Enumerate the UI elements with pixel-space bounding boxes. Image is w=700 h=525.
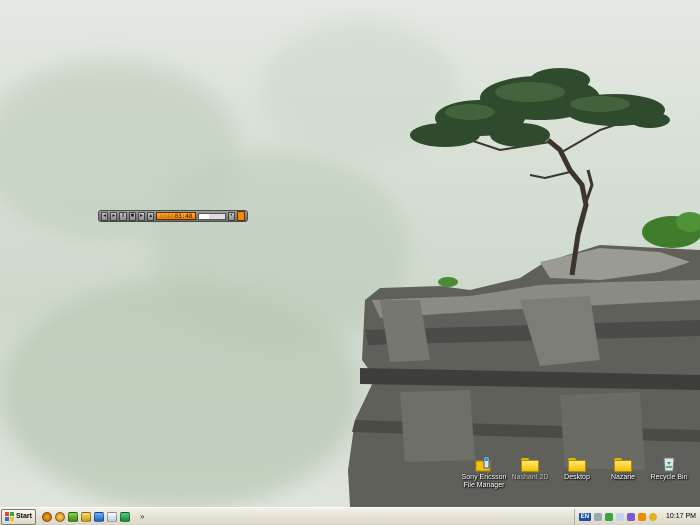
windows-logo-icon — [5, 512, 14, 521]
player-logo-button[interactable] — [236, 211, 246, 221]
pen-icon[interactable] — [80, 511, 91, 522]
bolt-icon[interactable] — [67, 511, 78, 522]
paint-icon[interactable] — [93, 511, 104, 522]
previous-button[interactable]: ◂ — [101, 211, 109, 221]
firefox-icon[interactable] — [41, 511, 52, 522]
play-time: 03:48 — [174, 213, 193, 220]
folder-icon — [521, 458, 539, 472]
tray-arrow-icon[interactable] — [594, 512, 603, 521]
maxthon-icon[interactable] — [119, 511, 130, 522]
next-button[interactable]: ▸ — [137, 211, 146, 221]
stop-button[interactable]: ■ — [128, 211, 136, 221]
language-indicator[interactable]: EN — [578, 512, 592, 521]
pause-button[interactable]: ‖ — [119, 211, 127, 221]
desktop-icon-recycle-bin[interactable]: Recycle Bin — [637, 456, 700, 482]
clock[interactable]: 10:17 PM — [666, 513, 696, 520]
play-button[interactable]: ▸ — [110, 211, 118, 221]
eject-button[interactable]: ▴ — [147, 211, 155, 221]
phone-folder-icon — [475, 456, 491, 472]
player-tray-icon[interactable] — [638, 512, 647, 521]
start-label: Start — [16, 513, 32, 520]
media-icon[interactable] — [54, 511, 65, 522]
desktop-icon-label: Recycle Bin — [650, 474, 688, 481]
media-player-widget[interactable]: ◂ ▸ ‖ ■ ▸ ▴ 0348 03:48 • — [98, 210, 248, 222]
system-tray: EN 10:17 PM — [573, 508, 700, 525]
recycle-bin-icon — [663, 457, 675, 472]
window-icon[interactable] — [106, 511, 117, 522]
player-display: 0348 03:48 — [156, 212, 196, 220]
track-number: 0348 — [159, 213, 174, 220]
folder-icon — [614, 458, 632, 472]
network-icon[interactable] — [605, 512, 614, 521]
seek-bar-fill — [198, 213, 209, 219]
quick-launch-bar — [41, 511, 130, 522]
display-icon[interactable] — [616, 512, 625, 521]
quick-launch-overflow-chevron[interactable]: » — [140, 512, 144, 521]
shield-icon[interactable] — [627, 512, 636, 521]
desktop: ◂ ▸ ‖ ■ ▸ ▴ 0348 03:48 • Sony Ericsson F… — [0, 0, 700, 507]
seek-bar[interactable] — [197, 212, 226, 220]
taskbar: Start » EN 10:17 PM — [0, 507, 700, 525]
menu-button[interactable]: • — [227, 211, 235, 221]
start-button[interactable]: Start — [1, 508, 36, 525]
wallpaper-cliff-tree — [348, 68, 700, 507]
speaker-icon[interactable] — [649, 512, 658, 521]
folder-icon — [568, 458, 586, 472]
